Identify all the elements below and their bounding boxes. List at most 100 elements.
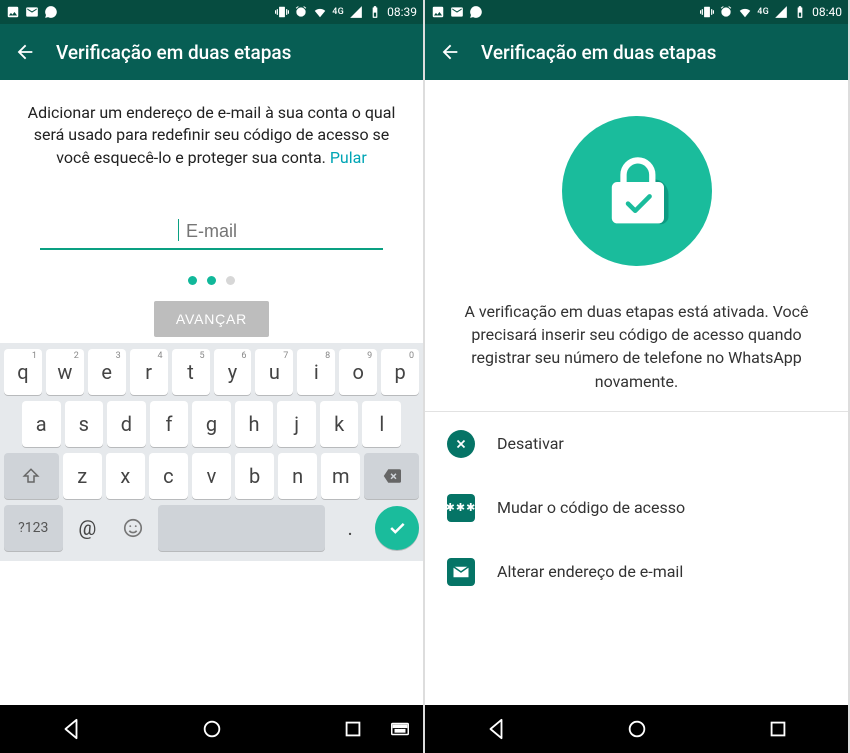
nav-bar <box>425 705 848 753</box>
signal-icon <box>774 5 788 19</box>
mail-icon <box>447 558 475 586</box>
key-o[interactable]: o9 <box>339 349 377 395</box>
phone-right: 4G 08:40 Verificação em duas etapas A ve… <box>425 0 850 753</box>
keyboard-row-2: asdfghjkl <box>4 401 419 447</box>
nav-back-icon[interactable] <box>60 718 82 740</box>
nav-recent-icon[interactable] <box>342 718 364 740</box>
app-bar: Verificação em duas etapas <box>0 24 423 80</box>
pin-icon: ✱✱✱ <box>447 494 475 522</box>
key-c[interactable]: c <box>149 453 188 499</box>
key-w[interactable]: w2 <box>46 349 84 395</box>
status-bar: 4G 08:39 <box>0 0 423 24</box>
key-l[interactable]: l <box>362 401 401 447</box>
keyboard-row-4: ?123 @ . <box>4 505 419 551</box>
space-key[interactable] <box>158 505 325 551</box>
progress-dots <box>188 276 235 285</box>
key-q[interactable]: q1 <box>4 349 42 395</box>
gmail-icon <box>450 5 464 19</box>
key-e[interactable]: e3 <box>88 349 126 395</box>
at-key[interactable]: @ <box>67 505 109 551</box>
back-icon[interactable] <box>439 41 461 63</box>
enter-key[interactable] <box>375 506 419 550</box>
key-n[interactable]: n <box>278 453 317 499</box>
nav-back-icon[interactable] <box>485 718 507 740</box>
option-change-pin-label: Mudar o código de acesso <box>497 498 685 517</box>
key-t[interactable]: t5 <box>172 349 210 395</box>
lock-icon <box>592 146 682 236</box>
image-icon <box>431 5 445 19</box>
symbols-key[interactable]: ?123 <box>4 505 63 551</box>
image-icon <box>6 5 20 19</box>
key-r[interactable]: r4 <box>130 349 168 395</box>
vibrate-icon <box>275 5 289 19</box>
status-right: 4G 08:40 <box>700 5 842 19</box>
option-change-email-label: Alterar endereço de e-mail <box>497 562 683 581</box>
vibrate-icon <box>700 5 714 19</box>
key-u[interactable]: u7 <box>255 349 293 395</box>
nav-bar <box>0 705 423 753</box>
key-z[interactable]: z <box>63 453 102 499</box>
battery-icon <box>368 5 382 19</box>
description: Adicionar um endereço de e-mail à sua co… <box>0 80 423 177</box>
shift-key[interactable] <box>4 453 59 499</box>
wifi-icon <box>313 5 327 19</box>
description: A verificação em duas etapas está ativad… <box>425 290 848 411</box>
page-title: Verificação em duas etapas <box>481 41 716 64</box>
key-p[interactable]: p0 <box>381 349 419 395</box>
email-wrap <box>0 177 423 250</box>
whatsapp-icon <box>44 5 58 19</box>
text-cursor <box>178 219 180 241</box>
key-x[interactable]: x <box>106 453 145 499</box>
back-icon[interactable] <box>14 41 36 63</box>
nav-home-icon[interactable] <box>626 718 648 740</box>
clock: 08:39 <box>387 5 417 19</box>
key-b[interactable]: b <box>235 453 274 499</box>
alarm-icon <box>294 5 308 19</box>
wifi-icon <box>738 5 752 19</box>
option-change-email[interactable]: Alterar endereço de e-mail <box>425 540 848 604</box>
period-key[interactable]: . <box>329 505 371 551</box>
dot-3 <box>226 276 235 285</box>
key-g[interactable]: g <box>192 401 231 447</box>
key-s[interactable]: s <box>65 401 104 447</box>
key-i[interactable]: i8 <box>297 349 335 395</box>
alarm-icon <box>719 5 733 19</box>
key-a[interactable]: a <box>22 401 61 447</box>
dot-2 <box>207 276 216 285</box>
network-label: 4G <box>332 7 344 17</box>
key-k[interactable]: k <box>320 401 359 447</box>
gmail-icon <box>25 5 39 19</box>
option-disable-label: Desativar <box>497 434 564 453</box>
key-f[interactable]: f <box>150 401 189 447</box>
email-field[interactable] <box>40 217 383 250</box>
next-button[interactable]: AVANÇAR <box>154 301 269 337</box>
keyboard-row-3: zxcvbnm <box>4 453 419 499</box>
content-left: Adicionar um endereço de e-mail à sua co… <box>0 80 423 705</box>
key-j[interactable]: j <box>277 401 316 447</box>
status-bar: 4G 08:40 <box>425 0 848 24</box>
key-v[interactable]: v <box>192 453 231 499</box>
nav-recent-icon[interactable] <box>767 718 789 740</box>
skip-link[interactable]: Pular <box>330 148 367 167</box>
keyboard-switch-icon[interactable] <box>389 718 411 740</box>
status-left <box>6 5 58 19</box>
lock-badge <box>562 116 712 266</box>
whatsapp-icon <box>469 5 483 19</box>
signal-icon <box>349 5 363 19</box>
clock: 08:40 <box>812 5 842 19</box>
option-disable[interactable]: Desativar <box>425 412 848 476</box>
page-title: Verificação em duas etapas <box>56 41 291 64</box>
emoji-key[interactable] <box>112 505 154 551</box>
backspace-key[interactable] <box>364 453 419 499</box>
status-right: 4G 08:39 <box>275 5 417 19</box>
nav-home-icon[interactable] <box>201 718 223 740</box>
close-icon <box>447 430 475 458</box>
option-change-pin[interactable]: ✱✱✱ Mudar o código de acesso <box>425 476 848 540</box>
key-d[interactable]: d <box>107 401 146 447</box>
key-m[interactable]: m <box>321 453 360 499</box>
key-y[interactable]: y6 <box>214 349 252 395</box>
app-bar: Verificação em duas etapas <box>425 24 848 80</box>
key-h[interactable]: h <box>235 401 274 447</box>
phone-left: 4G 08:39 Verificação em duas etapas Adic… <box>0 0 425 753</box>
keyboard: q1w2e3r4t5y6u7i8o9p0 asdfghjkl zxcvbnm ?… <box>0 343 423 561</box>
